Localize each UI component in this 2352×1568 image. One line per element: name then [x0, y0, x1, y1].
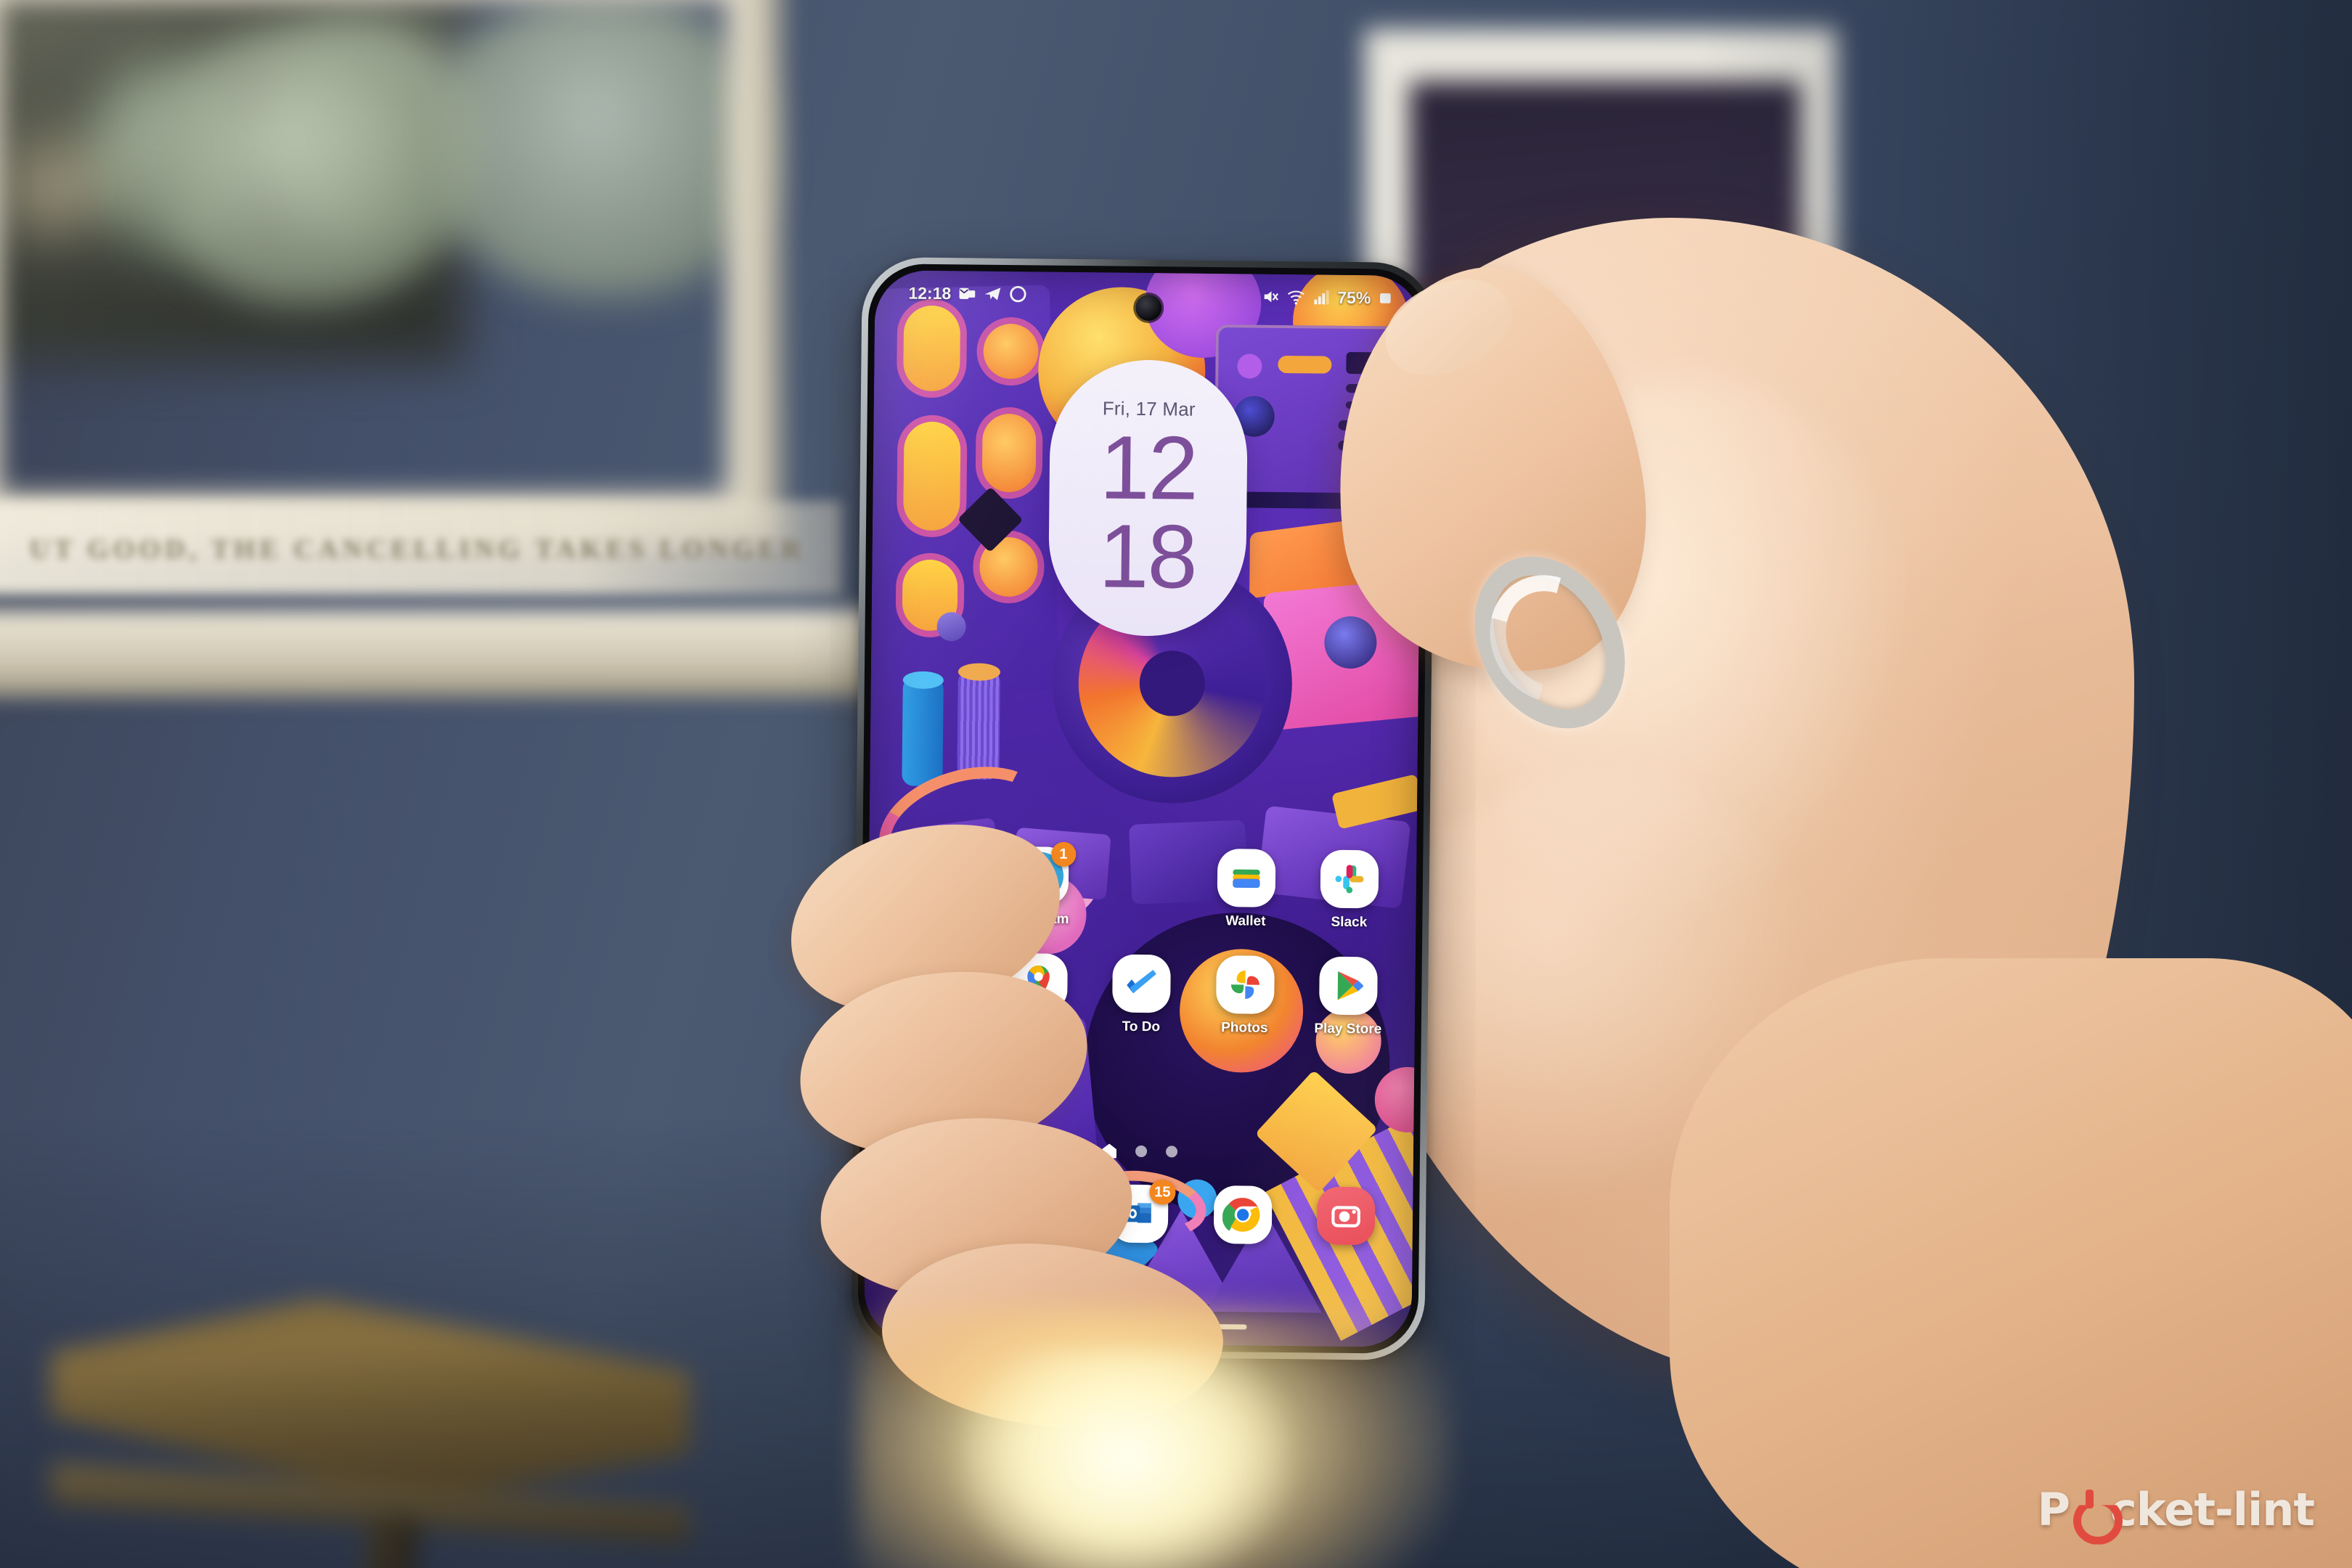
lamp-glow-core — [958, 1350, 1292, 1568]
